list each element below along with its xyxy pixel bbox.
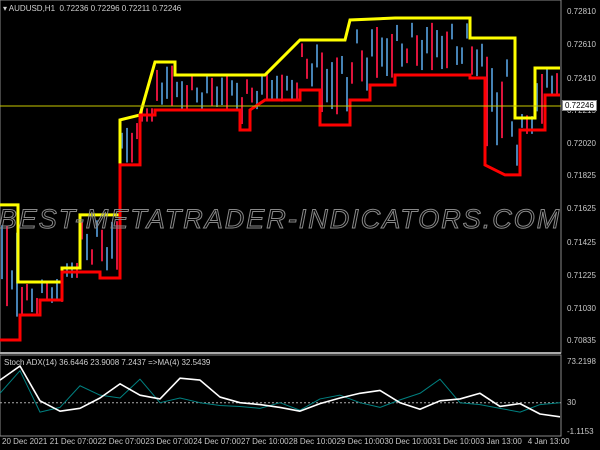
indicator-header: Stoch ADX(14) 36.6446 23.9008 7.2437 =>M… [4, 358, 211, 367]
time-tick-label: 23 Dec 07:00 [145, 437, 193, 446]
price-chart[interactable]: BEST-METATRADER-INDICATORS.COM [0, 0, 600, 450]
indicator-tick-label: 73.2198 [567, 357, 596, 366]
current-price-tag: 0.72246 [562, 99, 597, 111]
time-tick-label: 31 Dec 10:00 [432, 437, 480, 446]
price-tick-label: 0.71425 [567, 237, 596, 247]
time-tick-label: 4 Jan 13:00 [527, 437, 570, 446]
time-tick-label: 21 Dec 07:00 [49, 437, 98, 446]
time-tick-label: 20 Dec 2021 [2, 437, 48, 446]
time-tick-label: 30 Dec 10:00 [384, 437, 432, 446]
ohlc-values: 0.72236 0.72296 0.72211 0.72246 [59, 4, 182, 13]
chart-window[interactable]: BEST-METATRADER-INDICATORS.COM ▾ AUDUSD,… [0, 0, 600, 450]
time-tick-label: 3 Jan 13:00 [480, 437, 522, 446]
price-tick-label: 0.70835 [567, 336, 596, 345]
price-tick-label: 0.72610 [567, 40, 596, 50]
time-tick-label: 29 Dec 10:00 [336, 437, 385, 446]
collapse-triangle-icon[interactable]: ▾ [3, 4, 7, 13]
time-tick-label: 27 Dec 10:00 [241, 437, 289, 446]
price-tick-label: 0.71825 [567, 171, 596, 181]
time-tick-label: 22 Dec 07:00 [97, 437, 146, 446]
time-tick-label: 24 Dec 07:00 [193, 437, 241, 446]
price-tick-label: 0.72810 [567, 7, 596, 16]
symbol-label: AUDUSD,H1 [8, 4, 56, 13]
indicator-tick-label: 30 [567, 397, 576, 407]
price-tick-label: 0.71625 [567, 204, 596, 214]
indicator-frame [0, 354, 562, 437]
indicator-tick-label: -1.1153 [567, 427, 594, 436]
time-tick-label: 28 Dec 10:00 [288, 437, 337, 446]
watermark: BEST-METATRADER-INDICATORS.COM [0, 204, 561, 234]
price-tick-label: 0.71030 [567, 303, 596, 313]
price-tick-label: 0.71225 [567, 271, 596, 281]
chart-header: ▾ AUDUSD,H1 0.72236 0.72296 0.72211 0.72… [3, 4, 181, 13]
price-tick-label: 0.72410 [567, 73, 596, 83]
price-tick-label: 0.72020 [567, 138, 596, 148]
